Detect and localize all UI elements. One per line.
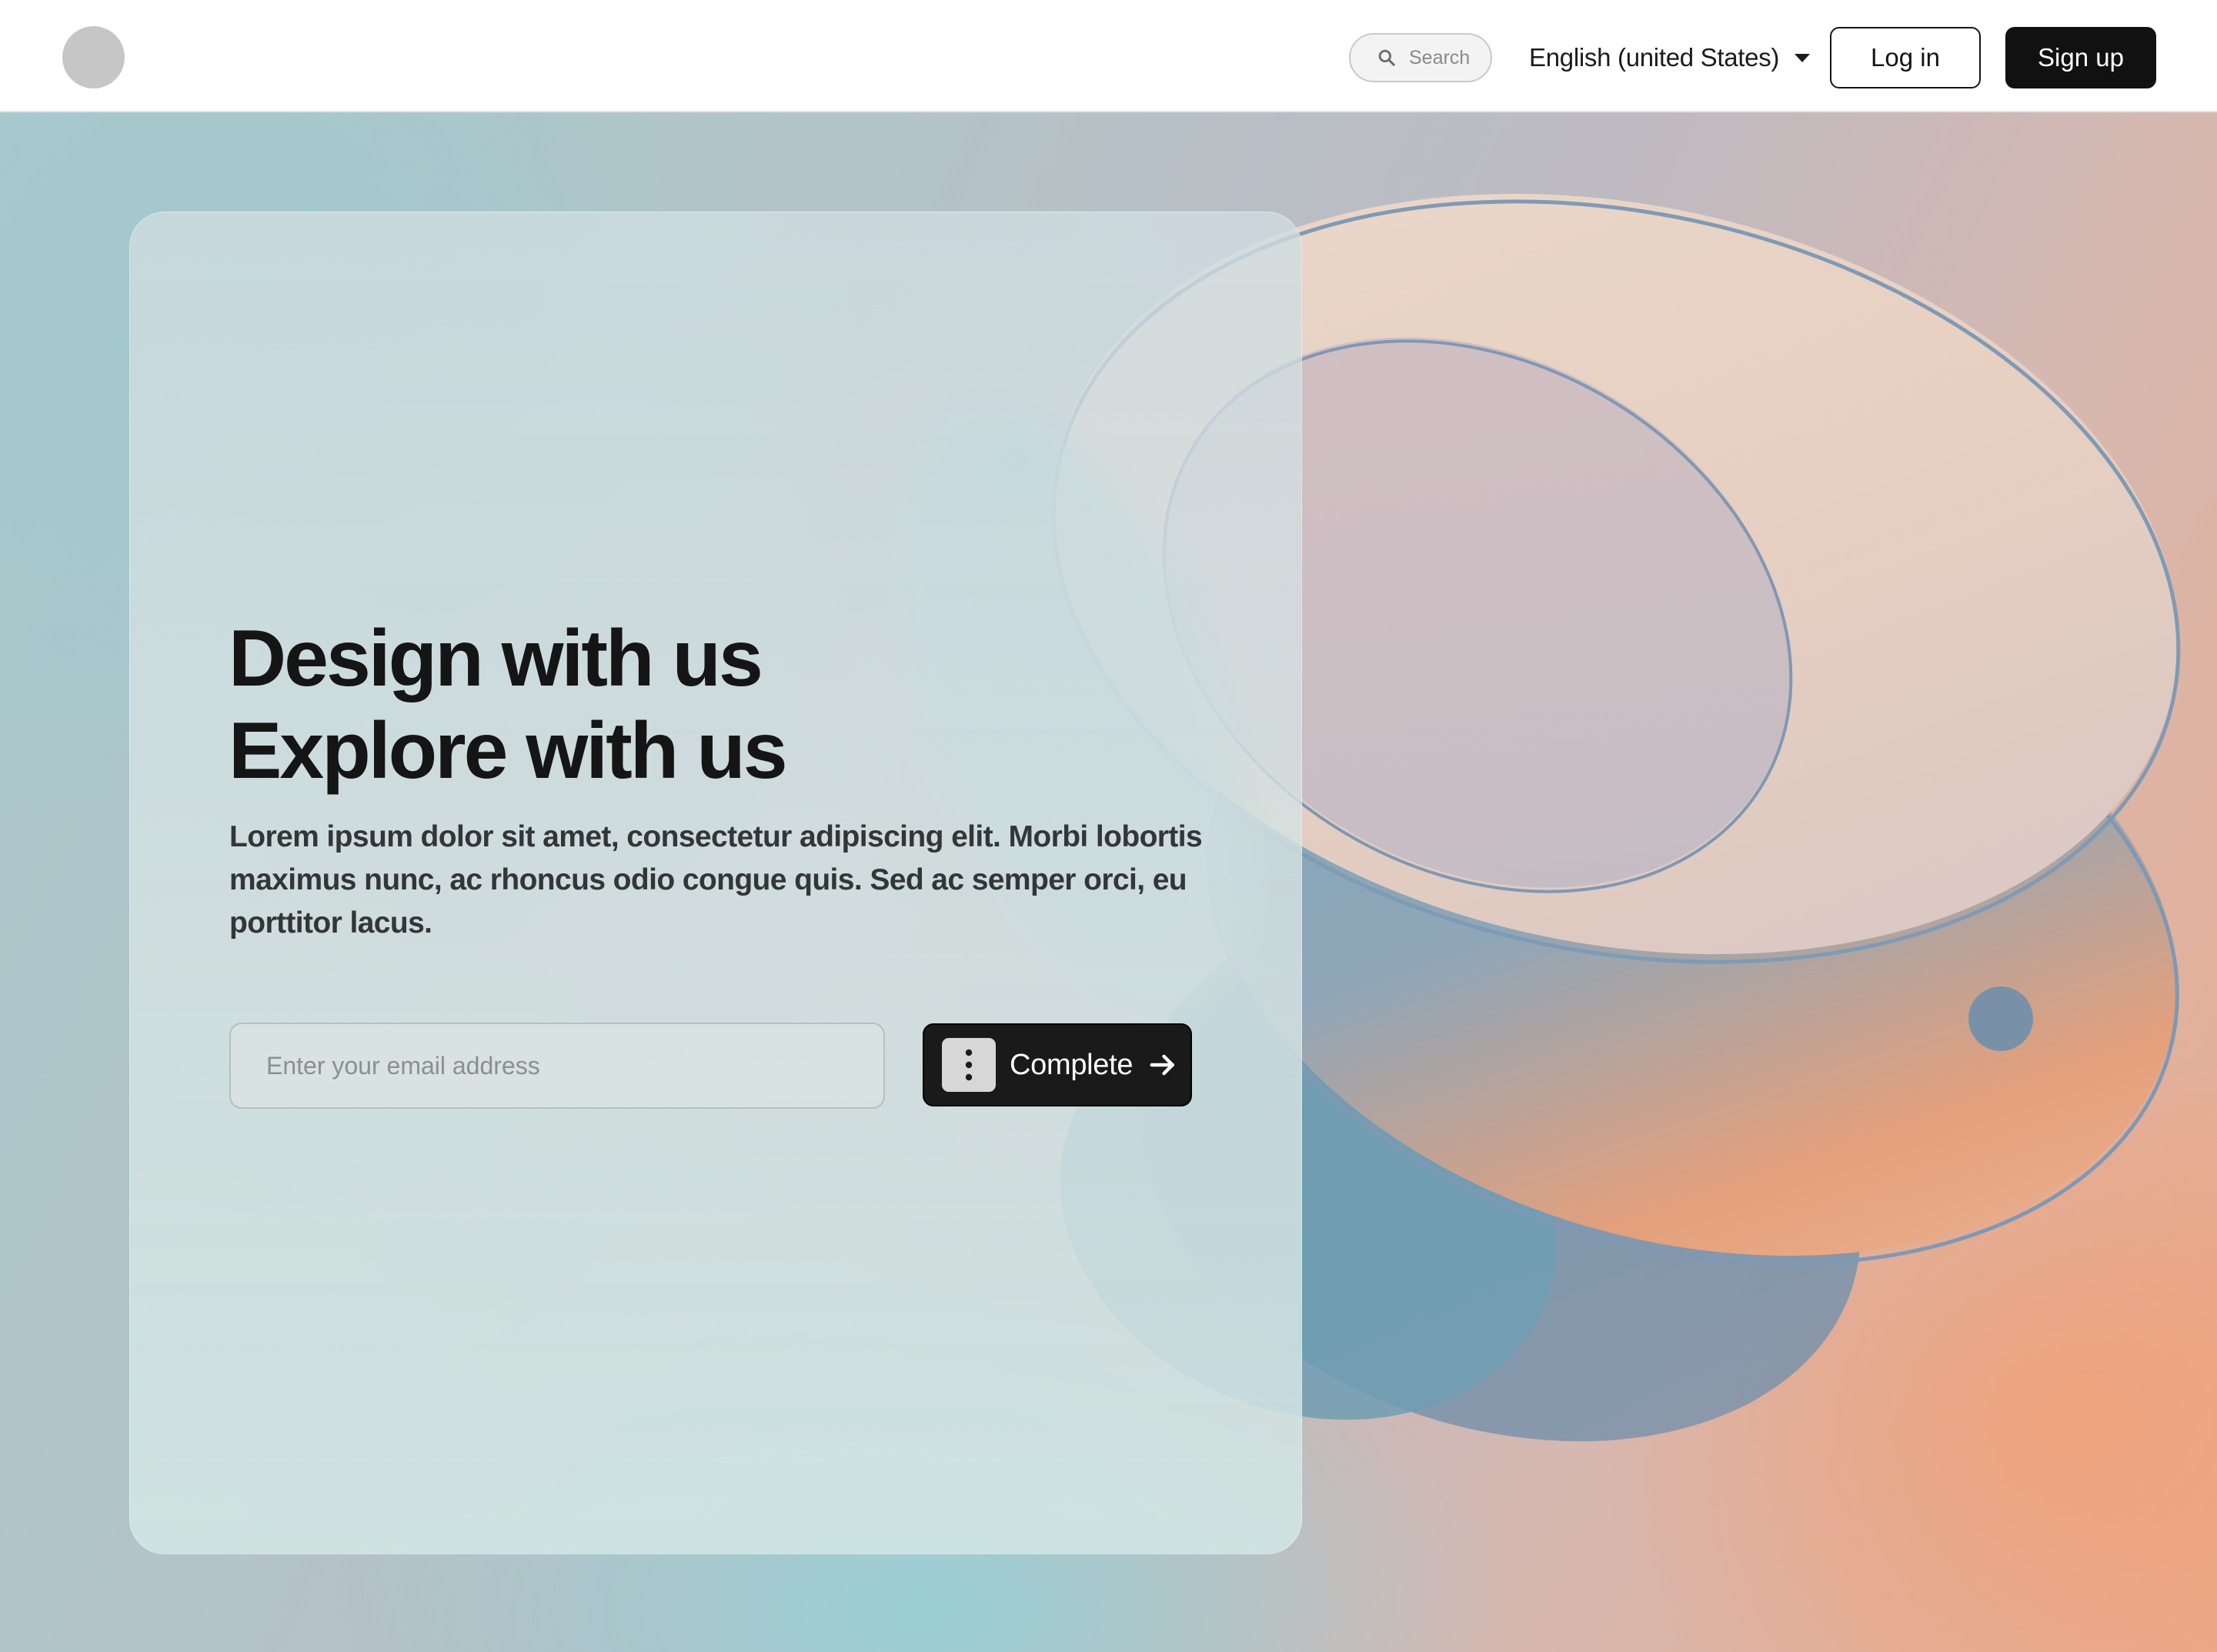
search-box[interactable] xyxy=(1349,33,1492,82)
language-label: English (united States) xyxy=(1529,43,1780,72)
complete-button[interactable]: Complete xyxy=(923,1023,1192,1106)
headline-line-2: Explore with us xyxy=(229,706,788,796)
hero-description: Lorem ipsum dolor sit amet, consectetur … xyxy=(229,820,1203,939)
caret-down-icon xyxy=(1795,53,1811,62)
search-icon xyxy=(1378,49,1395,66)
hero-section: Design with us Explore with us Lorem ips… xyxy=(0,112,2217,1652)
more-vertical-icon[interactable] xyxy=(942,1038,996,1092)
top-navigation-bar: English (united States) Log in Sign up xyxy=(0,0,2217,112)
hero-headline: Design with us Explore with us xyxy=(229,612,1229,797)
language-selector[interactable]: English (united States) xyxy=(1529,35,1811,81)
signup-button[interactable]: Sign up xyxy=(2005,27,2156,88)
arrow-right-icon xyxy=(1150,1054,1175,1076)
hero-glass-card: Design with us Explore with us Lorem ips… xyxy=(129,212,1302,1554)
complete-button-label: Complete xyxy=(1010,1048,1134,1081)
email-input[interactable] xyxy=(229,1023,885,1109)
logo-placeholder[interactable] xyxy=(62,26,125,88)
search-input[interactable] xyxy=(1409,46,1478,69)
login-button[interactable]: Log in xyxy=(1830,27,1981,88)
headline-line-1: Design with us xyxy=(229,614,763,703)
